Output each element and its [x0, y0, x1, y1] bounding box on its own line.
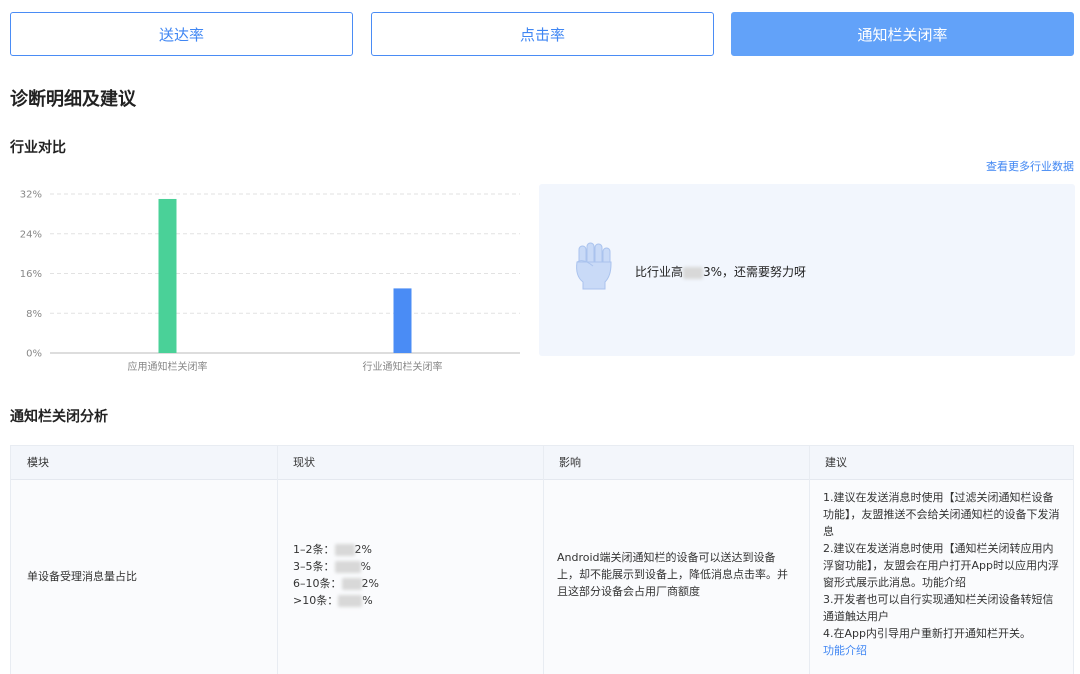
status-line: 1–2条： 2%	[293, 541, 379, 558]
compare-panel: 比行业高 3%，还需要努力呀	[539, 184, 1075, 356]
tab-notification-close-rate[interactable]: 通知栏关闭率	[731, 12, 1074, 56]
impact-cell: Android端关闭通知栏的设备可以送达到设备上，却不能展示到设备上，降低消息点…	[557, 551, 788, 598]
status-suffix: 2%	[361, 577, 379, 590]
advice-item: 4.在App内引导用户重新打开通知栏开关。	[823, 627, 1031, 640]
analysis-section-title: 通知栏关闭分析	[10, 409, 108, 425]
y-tick-label: 0%	[26, 349, 42, 360]
redacted-value	[334, 544, 355, 556]
compare-text: 比行业高 3%，还需要努力呀	[635, 263, 806, 280]
status-suffix: %	[362, 594, 373, 607]
tab-click-rate[interactable]: 点击率	[371, 12, 714, 56]
status-label: >10条：	[293, 594, 339, 607]
y-tick-label: 24%	[20, 229, 42, 240]
column-header-advice: 建议	[825, 456, 847, 469]
fist-icon	[576, 242, 612, 290]
page-title: 诊断明细及建议	[10, 89, 136, 110]
status-line: 3–5条：%	[293, 558, 379, 575]
status-label: 1–2条：	[293, 543, 335, 556]
x-tick-label: 应用通知栏关闭率	[128, 360, 208, 373]
bar	[393, 288, 412, 353]
status-line: 6–10条： 2%	[293, 575, 379, 592]
table-header: 模块 现状 影响 建议	[11, 446, 1073, 480]
bar	[158, 198, 177, 353]
analysis-table: 模块 现状 影响 建议 单设备受理消息量占比 1–2条： 2% 3–5条：% 6–…	[10, 445, 1074, 674]
module-cell: 单设备受理消息量占比	[27, 570, 137, 583]
industry-bar-chart: 0% 8% 16% 24% 32% 应用通知栏关闭率 行业通知栏关闭率	[10, 180, 530, 380]
status-cell: 1–2条： 2% 3–5条：% 6–10条： 2% >10条：%	[293, 541, 379, 609]
advice-item: 3.开发者也可以自行实现通知栏关闭设备转短信通道触达用户	[823, 593, 1054, 623]
metric-tabs: 送达率 点击率 通知栏关闭率	[10, 12, 1074, 56]
status-label: 3–5条：	[293, 560, 335, 573]
compare-prefix: 比行业高	[635, 265, 684, 279]
advice-item: 1.建议在发送消息时使用【过滤关闭通知栏设备功能】，友盟推送不会给关闭通知栏的设…	[823, 491, 1060, 538]
column-header-status: 现状	[293, 456, 315, 469]
table-row: 单设备受理消息量占比 1–2条： 2% 3–5条：% 6–10条： 2% >10条：…	[11, 480, 1073, 674]
redacted-value	[341, 578, 362, 590]
more-industry-data-link[interactable]: 查看更多行业数据	[986, 158, 1074, 174]
compare-suffix: 3%，还需要努力呀	[703, 265, 807, 279]
advice-item: 2.建议在发送消息时使用【通知栏关闭转应用内浮窗功能】，友盟会在用户打开App时…	[823, 542, 1059, 589]
status-line: >10条：%	[293, 592, 379, 609]
tab-delivery-rate[interactable]: 送达率	[10, 12, 353, 56]
advice-cell: 1.建议在发送消息时使用【过滤关闭通知栏设备功能】，友盟推送不会给关闭通知栏的设…	[823, 489, 1063, 659]
y-tick-label: 16%	[20, 269, 42, 280]
industry-section-title: 行业对比	[10, 140, 66, 156]
redacted-value	[334, 561, 361, 573]
status-label: 6–10条：	[293, 577, 342, 590]
y-tick-label: 32%	[20, 190, 42, 201]
bar-chart-svg: 0% 8% 16% 24% 32% 应用通知栏关闭率 行业通知栏关闭率	[20, 190, 520, 373]
status-suffix: 2%	[354, 543, 372, 556]
column-header-module: 模块	[27, 456, 49, 469]
feature-intro-link[interactable]: 功能介绍	[823, 642, 1063, 659]
column-header-impact: 影响	[559, 456, 581, 469]
x-tick-label: 行业通知栏关闭率	[363, 360, 443, 373]
status-suffix: %	[360, 560, 371, 573]
redacted-value	[338, 595, 363, 607]
y-tick-label: 8%	[26, 309, 42, 320]
redacted-value	[683, 266, 704, 279]
